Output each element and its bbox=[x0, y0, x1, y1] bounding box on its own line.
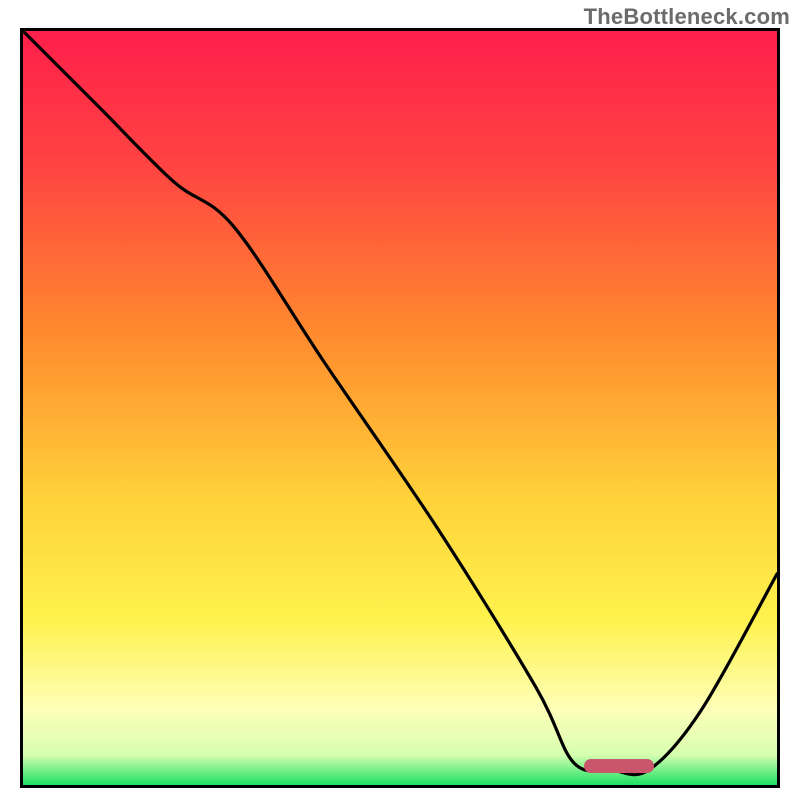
chart-stage: TheBottleneck.com bbox=[0, 0, 800, 800]
bottleneck-curve bbox=[23, 31, 777, 785]
plot-frame bbox=[20, 28, 780, 788]
watermark-label: TheBottleneck.com bbox=[584, 4, 790, 30]
optimum-marker bbox=[584, 759, 654, 773]
